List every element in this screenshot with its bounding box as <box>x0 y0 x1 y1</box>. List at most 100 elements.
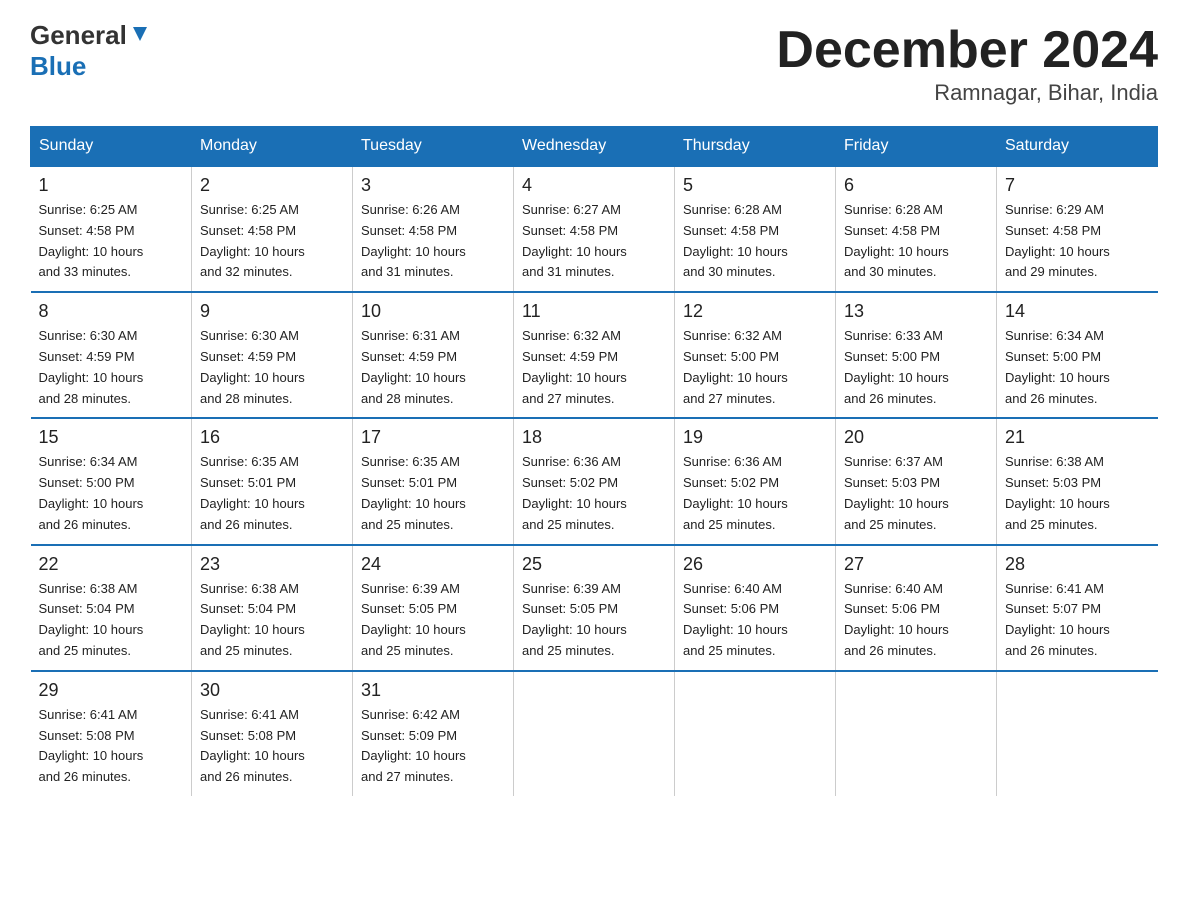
day-number: 18 <box>522 427 666 448</box>
calendar-cell <box>997 671 1158 796</box>
day-info: Sunrise: 6:28 AMSunset: 4:58 PMDaylight:… <box>844 200 988 283</box>
day-number: 1 <box>39 175 184 196</box>
day-info: Sunrise: 6:40 AMSunset: 5:06 PMDaylight:… <box>683 579 827 662</box>
day-info: Sunrise: 6:42 AMSunset: 5:09 PMDaylight:… <box>361 705 505 788</box>
week-row-4: 22 Sunrise: 6:38 AMSunset: 5:04 PMDayligh… <box>31 545 1158 671</box>
day-number: 17 <box>361 427 505 448</box>
day-info: Sunrise: 6:34 AMSunset: 5:00 PMDaylight:… <box>1005 326 1150 409</box>
header-day-monday: Monday <box>192 127 353 167</box>
header-day-thursday: Thursday <box>675 127 836 167</box>
month-title: December 2024 <box>776 20 1158 80</box>
day-number: 24 <box>361 554 505 575</box>
day-info: Sunrise: 6:32 AMSunset: 4:59 PMDaylight:… <box>522 326 666 409</box>
calendar-cell: 4Sunrise: 6:27 AMSunset: 4:58 PMDaylight… <box>514 166 675 292</box>
day-number: 10 <box>361 301 505 322</box>
day-info: Sunrise: 6:39 AMSunset: 5:05 PMDaylight:… <box>361 579 505 662</box>
calendar-cell: 24 Sunrise: 6:39 AMSunset: 5:05 PMDayligh… <box>353 545 514 671</box>
calendar-cell <box>675 671 836 796</box>
day-info: Sunrise: 6:37 AMSunset: 5:03 PMDaylight:… <box>844 452 988 535</box>
day-number: 30 <box>200 680 344 701</box>
calendar-cell: 25 Sunrise: 6:39 AMSunset: 5:05 PMDayligh… <box>514 545 675 671</box>
day-info: Sunrise: 6:33 AMSunset: 5:00 PMDaylight:… <box>844 326 988 409</box>
location-text: Ramnagar, Bihar, India <box>776 80 1158 106</box>
day-info: Sunrise: 6:32 AMSunset: 5:00 PMDaylight:… <box>683 326 827 409</box>
day-number: 28 <box>1005 554 1150 575</box>
calendar-cell: 27 Sunrise: 6:40 AMSunset: 5:06 PMDayligh… <box>836 545 997 671</box>
calendar-cell: 7Sunrise: 6:29 AMSunset: 4:58 PMDaylight… <box>997 166 1158 292</box>
day-number: 2 <box>200 175 344 196</box>
logo-general-text: General <box>30 20 127 51</box>
calendar-cell: 31 Sunrise: 6:42 AMSunset: 5:09 PMDayligh… <box>353 671 514 796</box>
calendar-header: SundayMondayTuesdayWednesdayThursdayFrid… <box>31 127 1158 167</box>
week-row-2: 8Sunrise: 6:30 AMSunset: 4:59 PMDaylight… <box>31 292 1158 418</box>
day-info: Sunrise: 6:38 AMSunset: 5:04 PMDaylight:… <box>39 579 184 662</box>
logo-arrow-icon <box>129 23 151 45</box>
day-number: 7 <box>1005 175 1150 196</box>
calendar-cell: 2 Sunrise: 6:25 AMSunset: 4:58 PMDaylight… <box>192 166 353 292</box>
calendar-cell: 10 Sunrise: 6:31 AMSunset: 4:59 PMDayligh… <box>353 292 514 418</box>
calendar-cell: 9Sunrise: 6:30 AMSunset: 4:59 PMDaylight… <box>192 292 353 418</box>
day-number: 5 <box>683 175 827 196</box>
calendar-cell: 14 Sunrise: 6:34 AMSunset: 5:00 PMDayligh… <box>997 292 1158 418</box>
calendar-cell: 18Sunrise: 6:36 AMSunset: 5:02 PMDayligh… <box>514 418 675 544</box>
calendar-cell: 15Sunrise: 6:34 AMSunset: 5:00 PMDayligh… <box>31 418 192 544</box>
header-day-wednesday: Wednesday <box>514 127 675 167</box>
day-number: 21 <box>1005 427 1150 448</box>
day-info: Sunrise: 6:41 AMSunset: 5:08 PMDaylight:… <box>200 705 344 788</box>
day-number: 27 <box>844 554 988 575</box>
calendar-cell: 16 Sunrise: 6:35 AMSunset: 5:01 PMDayligh… <box>192 418 353 544</box>
header-day-tuesday: Tuesday <box>353 127 514 167</box>
day-number: 11 <box>522 301 666 322</box>
day-info: Sunrise: 6:28 AMSunset: 4:58 PMDaylight:… <box>683 200 827 283</box>
day-number: 20 <box>844 427 988 448</box>
day-number: 25 <box>522 554 666 575</box>
day-info: Sunrise: 6:38 AMSunset: 5:03 PMDaylight:… <box>1005 452 1150 535</box>
header-row: SundayMondayTuesdayWednesdayThursdayFrid… <box>31 127 1158 167</box>
calendar-cell: 22 Sunrise: 6:38 AMSunset: 5:04 PMDayligh… <box>31 545 192 671</box>
day-info: Sunrise: 6:36 AMSunset: 5:02 PMDaylight:… <box>683 452 827 535</box>
day-info: Sunrise: 6:27 AMSunset: 4:58 PMDaylight:… <box>522 200 666 283</box>
calendar-cell: 3Sunrise: 6:26 AMSunset: 4:58 PMDaylight… <box>353 166 514 292</box>
day-info: Sunrise: 6:25 AMSunset: 4:58 PMDaylight:… <box>200 200 344 283</box>
calendar-cell: 13 Sunrise: 6:33 AMSunset: 5:00 PMDayligh… <box>836 292 997 418</box>
day-number: 31 <box>361 680 505 701</box>
calendar-cell: 1 Sunrise: 6:25 AMSunset: 4:58 PMDaylight… <box>31 166 192 292</box>
day-info: Sunrise: 6:31 AMSunset: 4:59 PMDaylight:… <box>361 326 505 409</box>
calendar-cell: 19 Sunrise: 6:36 AMSunset: 5:02 PMDayligh… <box>675 418 836 544</box>
day-number: 22 <box>39 554 184 575</box>
day-info: Sunrise: 6:39 AMSunset: 5:05 PMDaylight:… <box>522 579 666 662</box>
day-info: Sunrise: 6:40 AMSunset: 5:06 PMDaylight:… <box>844 579 988 662</box>
title-block: December 2024 Ramnagar, Bihar, India <box>776 20 1158 106</box>
day-info: Sunrise: 6:30 AMSunset: 4:59 PMDaylight:… <box>200 326 344 409</box>
calendar-cell: 21 Sunrise: 6:38 AMSunset: 5:03 PMDayligh… <box>997 418 1158 544</box>
calendar-cell: 29Sunrise: 6:41 AMSunset: 5:08 PMDayligh… <box>31 671 192 796</box>
calendar-cell: 11 Sunrise: 6:32 AMSunset: 4:59 PMDayligh… <box>514 292 675 418</box>
logo: General Blue <box>30 20 151 82</box>
calendar-cell: 12Sunrise: 6:32 AMSunset: 5:00 PMDayligh… <box>675 292 836 418</box>
calendar-table: SundayMondayTuesdayWednesdayThursdayFrid… <box>30 126 1158 796</box>
day-number: 29 <box>39 680 184 701</box>
calendar-cell: 6 Sunrise: 6:28 AMSunset: 4:58 PMDaylight… <box>836 166 997 292</box>
day-number: 13 <box>844 301 988 322</box>
day-info: Sunrise: 6:26 AMSunset: 4:58 PMDaylight:… <box>361 200 505 283</box>
day-info: Sunrise: 6:35 AMSunset: 5:01 PMDaylight:… <box>361 452 505 535</box>
calendar-body: 1 Sunrise: 6:25 AMSunset: 4:58 PMDaylight… <box>31 166 1158 796</box>
day-number: 26 <box>683 554 827 575</box>
day-number: 19 <box>683 427 827 448</box>
header-day-friday: Friday <box>836 127 997 167</box>
calendar-cell: 28Sunrise: 6:41 AMSunset: 5:07 PMDayligh… <box>997 545 1158 671</box>
header-day-sunday: Sunday <box>31 127 192 167</box>
day-number: 14 <box>1005 301 1150 322</box>
week-row-3: 15Sunrise: 6:34 AMSunset: 5:00 PMDayligh… <box>31 418 1158 544</box>
week-row-5: 29 Sunrise: 6:41 AMSunset: 5:08 PMDayligh… <box>31 671 1158 796</box>
day-info: Sunrise: 6:30 AMSunset: 4:59 PMDaylight:… <box>39 326 184 409</box>
day-number: 16 <box>200 427 344 448</box>
day-number: 6 <box>844 175 988 196</box>
day-number: 15 <box>39 427 184 448</box>
page-header: General Blue December 2024 Ramnagar, Bih… <box>30 20 1158 106</box>
day-info: Sunrise: 6:25 AMSunset: 4:58 PMDaylight:… <box>39 200 184 283</box>
calendar-cell: 20 Sunrise: 6:37 AMSunset: 5:03 PMDayligh… <box>836 418 997 544</box>
week-row-1: 1 Sunrise: 6:25 AMSunset: 4:58 PMDaylight… <box>31 166 1158 292</box>
day-info: Sunrise: 6:35 AMSunset: 5:01 PMDaylight:… <box>200 452 344 535</box>
calendar-cell: 17 Sunrise: 6:35 AMSunset: 5:01 PMDayligh… <box>353 418 514 544</box>
